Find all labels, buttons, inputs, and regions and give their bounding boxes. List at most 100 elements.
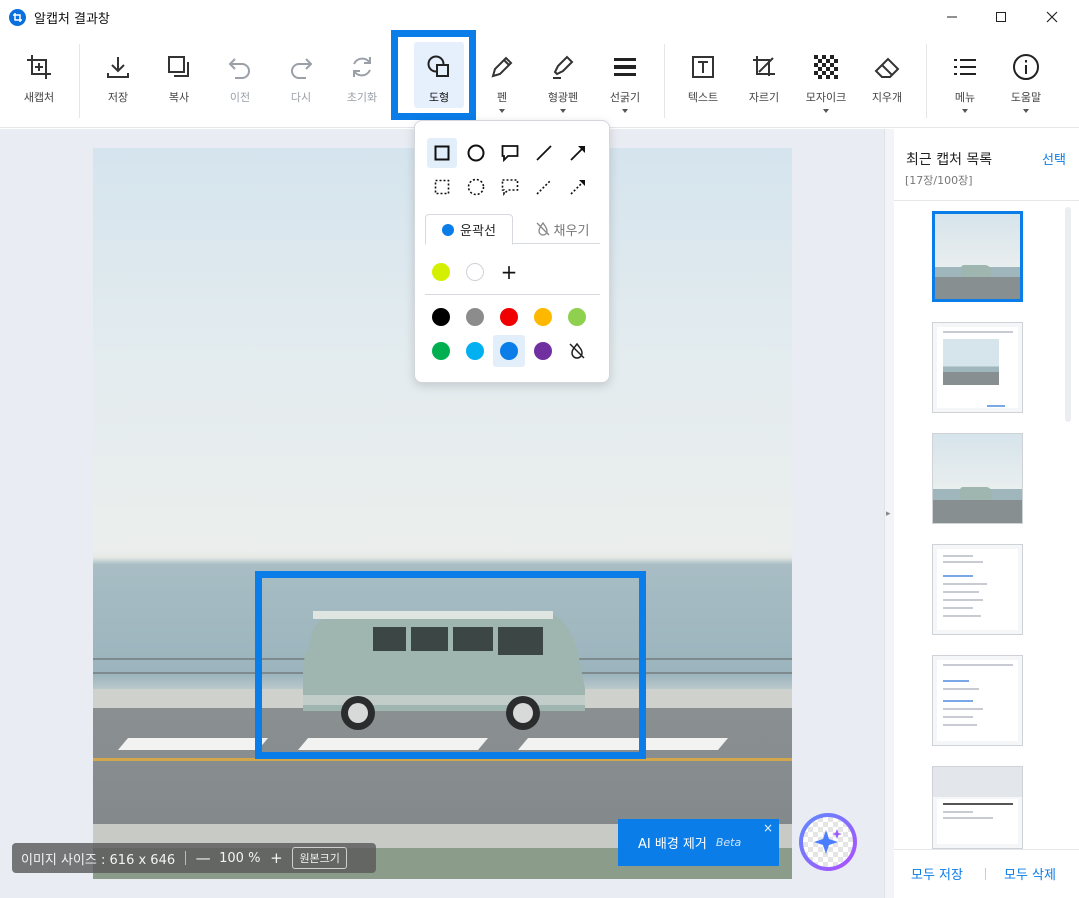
chevron-right-icon[interactable]: ▸ [886,509,891,519]
status-bar: 이미지 사이즈 : 616 x 646 — 100 % + 원본크기 [12,843,376,873]
divider [894,200,1079,201]
minimize-button[interactable] [928,0,976,34]
tab-outline[interactable]: 윤곽선 [425,214,513,245]
ai-button-label: AI 배경 제거 [638,837,707,852]
crosswalk [117,738,269,750]
menu-button[interactable]: 메뉴 [936,36,994,124]
redo-icon [286,52,316,82]
capture-thumbnail[interactable] [932,211,1023,302]
tab-outline-label: 윤곽선 [460,224,496,239]
copy-button[interactable]: 복사 [150,36,208,124]
dashed-arrow-shape-button[interactable] [563,172,593,202]
no-color-button[interactable] [561,335,593,367]
dashed-speech-bubble-icon [501,179,519,196]
zoom-out-button[interactable]: — [195,849,211,867]
crop-icon [749,52,779,82]
select-button[interactable]: 선택 [1042,149,1066,168]
color-swatch [500,342,518,360]
tab-fill[interactable]: 채우기 [525,214,600,244]
speech-bubble-shape-button[interactable] [495,138,525,168]
dashed-circle-icon [467,178,485,196]
eraser-label: 지우개 [871,91,903,104]
line-width-button[interactable]: 선굵기 [596,36,654,124]
palette-color-orange[interactable] [527,301,559,333]
line-shape-button[interactable] [529,138,559,168]
undo-label: 이전 [229,91,251,104]
divider [894,849,1079,850]
redo-button[interactable]: 다시 [272,36,330,124]
copy-icon [164,52,194,82]
dashed-rectangle-shape-button[interactable] [427,172,457,202]
drawn-rectangle[interactable] [255,571,646,759]
dashed-speech-bubble-shape-button[interactable] [495,172,525,202]
capture-thumbnail[interactable] [932,544,1023,635]
chevron-down-icon [823,109,829,113]
download-icon [103,52,133,82]
capture-thumbnail[interactable] [932,433,1023,524]
save-all-button[interactable]: 모두 저장 [911,864,963,883]
arrow-icon [570,146,585,161]
palette-color-purple[interactable] [527,335,559,367]
delete-all-button[interactable]: 모두 삭제 [1004,864,1056,883]
copy-label: 복사 [168,91,190,104]
close-icon [1046,11,1058,23]
mosaic-label: 모자이크 [805,91,847,104]
maximize-icon [996,12,1006,22]
dashed-line-shape-button[interactable] [529,172,559,202]
divider [425,294,600,295]
palette-color-gray[interactable] [459,301,491,333]
toolbar-separator [664,44,665,118]
highlighter-label: 형광펜 [547,91,579,104]
original-size-button[interactable]: 원본크기 [292,847,347,869]
save-button[interactable]: 저장 [89,36,147,124]
circle-shape-button[interactable] [461,138,491,168]
palette-color-black[interactable] [425,301,457,333]
arrow-shape-button[interactable] [563,138,593,168]
undo-button[interactable]: 이전 [211,36,269,124]
capture-thumbnail[interactable] [932,766,1023,849]
chevron-down-icon [622,109,628,113]
reset-button[interactable]: 초기화 [333,36,391,124]
color-swatch [432,263,450,281]
ai-close-button[interactable]: × [763,821,773,835]
help-button[interactable]: 도움말 [997,36,1055,124]
palette-color-green[interactable] [425,335,457,367]
capture-thumbnail[interactable] [932,322,1023,413]
zoom-in-button[interactable]: + [268,849,284,867]
palette-color-sky-blue[interactable] [459,335,491,367]
palette-color-light-green[interactable] [561,301,593,333]
eraser-tool-button[interactable]: 지우개 [858,36,916,124]
color-swatch [432,308,450,326]
maximize-button[interactable] [977,0,1025,34]
circle-icon [467,144,485,162]
add-color-button[interactable]: + [493,256,525,288]
crop-label: 자르기 [748,91,780,104]
new-capture-button[interactable]: 새캡처 [10,36,68,124]
text-tool-button[interactable]: 텍스트 [674,36,732,124]
toolbar: 새캡처 저장 복사 이전 다시 초기화 도형 펜 형광펜 선굵기 텍스트 자르기… [0,34,1079,128]
divider [185,851,187,865]
undo-icon [225,52,255,82]
capture-thumbnail[interactable] [932,655,1023,746]
mosaic-tool-button[interactable]: 모자이크 [797,36,855,124]
pen-tool-button[interactable]: 펜 [473,36,531,124]
text-icon [688,52,718,82]
color-mode-tabs: 윤곽선 채우기 [425,214,600,245]
info-icon [1011,52,1041,82]
palette-color-blue[interactable] [493,335,525,367]
palette-color-red[interactable] [493,301,525,333]
dashed-circle-shape-button[interactable] [461,172,491,202]
highlighter-tool-button[interactable]: 형광펜 [534,36,592,124]
recent-color-swatch[interactable] [459,256,491,288]
zoom-value: 100 % [219,850,261,866]
rectangle-shape-button[interactable] [427,138,457,168]
title-bar: 알캡처 결과창 [0,0,1079,34]
text-label: 텍스트 [687,91,719,104]
scrollbar[interactable] [1065,207,1071,422]
close-button[interactable] [1028,0,1076,34]
recent-color-swatch[interactable] [425,256,457,288]
ai-background-remove-button[interactable]: AI 배경 제거 Beta × [618,819,779,866]
crop-tool-button[interactable]: 자르기 [735,36,793,124]
ai-orb-button[interactable] [799,813,857,871]
color-swatch [568,308,586,326]
